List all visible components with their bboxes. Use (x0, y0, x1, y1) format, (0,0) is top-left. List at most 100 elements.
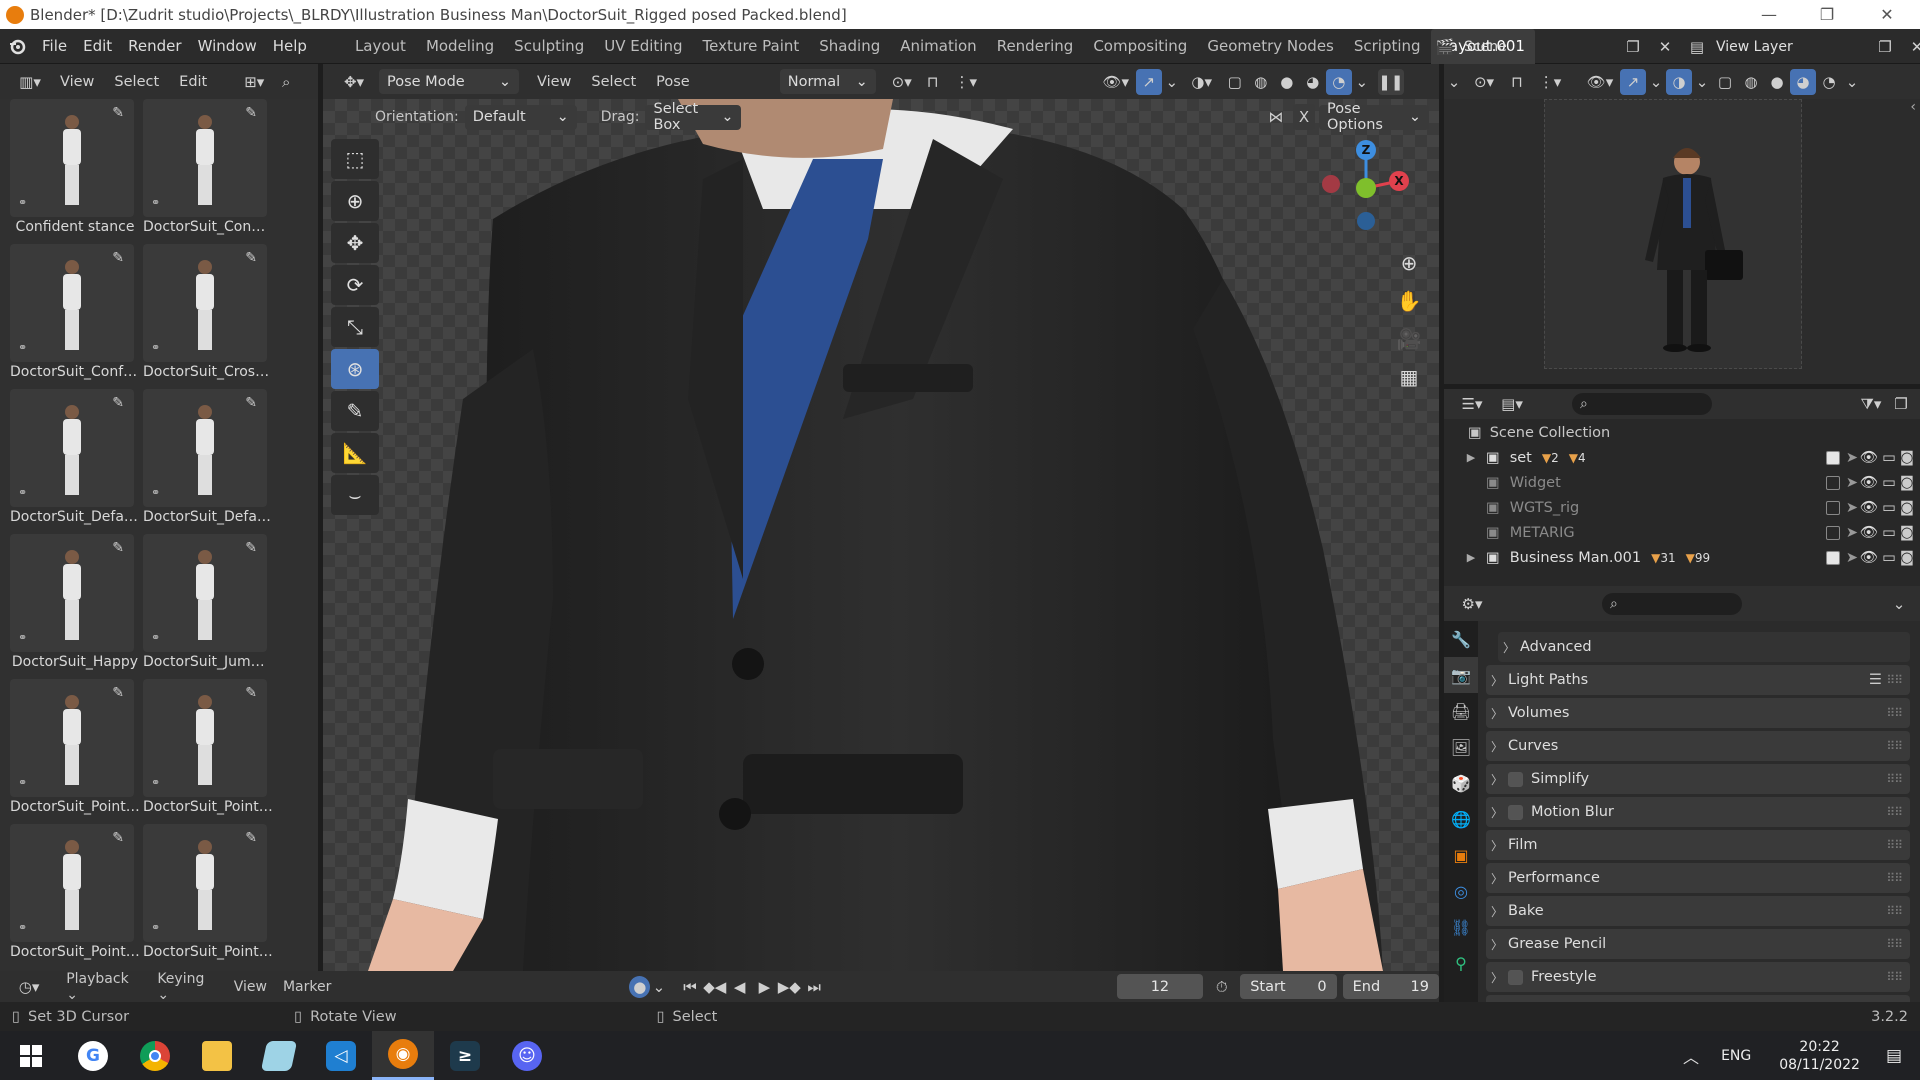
filter-icon[interactable]: ⧩▾ (1854, 391, 1888, 417)
xray-icon[interactable]: ▢ (1222, 69, 1248, 95)
exclude-checkbox[interactable] (1826, 550, 1840, 565)
properties-panel-header[interactable]: 〉 Curves ⠿⠿ (1486, 731, 1910, 761)
outliner-row[interactable]: ▣ WGTS_rig ➤ 👁 ▭ ◙ (1444, 495, 1920, 520)
menu-help[interactable]: Help (265, 29, 315, 64)
drag-dropdown[interactable]: Select Box ⌄ (645, 101, 742, 133)
rendered-shading-icon[interactable]: ◔ (1816, 69, 1842, 95)
drag-handle-icon[interactable]: ⠿⠿ (1886, 772, 1903, 786)
asset-item[interactable]: ✎ ⚭ DoctorSuit_Pointin... (10, 824, 140, 969)
select-icon[interactable]: ➤ (1846, 550, 1858, 566)
properties-search-field[interactable]: ⌕ (1602, 592, 1742, 615)
asset-item[interactable]: ✎ ⚭ DoctorSuit_Confid... (143, 99, 273, 244)
pause-render-icon[interactable]: ❚❚ (1377, 68, 1404, 95)
minimize-button[interactable]: — (1746, 0, 1792, 29)
outliner-search-field[interactable]: ⌕ (1572, 393, 1712, 415)
play-icon[interactable]: ▶ (752, 974, 777, 1000)
search-icon[interactable]: ⌕ (273, 69, 299, 95)
xray-icon[interactable]: ▢ (1712, 69, 1738, 95)
snap-icon[interactable]: ⊓ (920, 69, 946, 95)
drag-handle-icon[interactable]: ⠿⠿ (1886, 937, 1903, 951)
maximize-button[interactable]: ❐ (1804, 0, 1850, 29)
viewport-pose-menu[interactable]: Pose (646, 74, 700, 90)
chevron-down-icon[interactable]: ⌄ (1646, 69, 1666, 95)
editor-type-icon[interactable]: ▥▾ (10, 69, 50, 95)
monitor-icon[interactable]: ▭ (1882, 550, 1896, 566)
end-frame-field[interactable]: End 19 (1342, 974, 1439, 999)
chevron-down-icon[interactable]: ⌄ (1886, 591, 1912, 617)
asset-item[interactable]: ✎ ⚭ DoctorSuit_Pointin... (143, 679, 273, 824)
exclude-checkbox[interactable] (1826, 500, 1840, 515)
pose-options-dropdown[interactable]: Pose Options ⌄ (1319, 101, 1429, 133)
rotate-tool-icon[interactable]: ⟳ (331, 265, 379, 305)
drag-handle-icon[interactable]: ⠿⠿ (1886, 706, 1903, 720)
eye-icon[interactable]: 👁 (1860, 449, 1878, 466)
properties-panel-header[interactable]: 〉 Motion Blur ⠿⠿ (1486, 797, 1910, 827)
viewport-select-menu[interactable]: Select (581, 74, 646, 90)
properties-panel-header[interactable]: 〉 Light Paths ☰ ⠿⠿ (1486, 665, 1910, 695)
keying-menu[interactable]: Keying ⌄ (149, 971, 225, 1003)
output-tab-icon[interactable]: 🖨 (1444, 693, 1478, 729)
workspace-tab-uv-editing[interactable]: UV Editing (594, 29, 692, 64)
presets-list-icon[interactable]: ☰ (1869, 672, 1882, 688)
chevron-down-icon[interactable]: ⌄ (1842, 69, 1862, 95)
chevron-left-icon[interactable]: ‹ (1910, 99, 1916, 115)
workspace-tab-sculpting[interactable]: Sculpting (504, 29, 594, 64)
eye-icon[interactable]: 👁 (1860, 549, 1878, 566)
select-icon[interactable]: ➤ (1846, 475, 1858, 491)
file-explorer-icon[interactable] (186, 1031, 248, 1080)
orientation-dropdown[interactable]: Default ⌄ (464, 104, 577, 130)
view-layer-name[interactable]: View Layer (1716, 39, 1866, 55)
camera-icon[interactable]: ◙ (1900, 550, 1914, 566)
tray-chevron-up-icon[interactable]: ︿ (1683, 1044, 1699, 1068)
visibility-icon[interactable]: 👁▾ (1096, 69, 1136, 95)
gizmo-toggle-icon[interactable]: ↗ (1135, 68, 1162, 95)
relax-tool-icon[interactable]: ⌣ (331, 475, 379, 515)
grid-view-icon[interactable]: ▦ (1393, 361, 1425, 393)
panel-enable-checkbox[interactable] (1508, 804, 1523, 820)
auto-key-icon[interactable]: ● (629, 975, 651, 998)
camera-icon[interactable]: ◙ (1900, 500, 1914, 516)
exclude-checkbox[interactable] (1826, 475, 1840, 490)
view-layer-tab-icon[interactable]: 🖼 (1444, 729, 1478, 765)
tool-tab-icon[interactable]: 🔧 (1444, 621, 1478, 657)
camera-view-icon[interactable]: 🎥 (1393, 323, 1425, 355)
asset-item[interactable]: ✎ ⚭ DoctorSuit_Happy (10, 534, 140, 679)
overlay-icon[interactable]: ◑ (1666, 68, 1692, 95)
terminal-app-icon[interactable]: ≥ (434, 1031, 496, 1080)
workspace-tab-animation[interactable]: Animation (890, 29, 986, 64)
timeline-view-menu[interactable]: View (226, 979, 275, 995)
properties-panel-header[interactable]: 〉 Grease Pencil ⠿⠿ (1486, 929, 1910, 959)
current-frame-field[interactable]: 12 (1116, 974, 1204, 999)
new-scene-icon[interactable]: ❐ (1620, 34, 1646, 60)
mirror-icon[interactable]: ⋈ (1263, 104, 1289, 130)
transform-tool-icon[interactable]: ⊛ (331, 349, 379, 389)
editor-type-properties-icon[interactable]: ⚙▾ (1452, 591, 1492, 617)
vscode-icon[interactable]: ◁ (310, 1031, 372, 1080)
asset-item[interactable]: ✎ ⚭ DoctorSuit_Defaul... (143, 389, 273, 534)
x-mirror-toggle[interactable]: X (1293, 104, 1315, 130)
properties-panel-header[interactable]: 〉 Freestyle ⠿⠿ (1486, 962, 1910, 992)
editor-type-outliner-icon[interactable]: ☰▾ (1452, 391, 1492, 417)
outliner-row[interactable]: ▶ ▣ Business Man.001 ▼31 ▼99 ➤ 👁 ▭ ◙ (1444, 545, 1920, 570)
panel-enable-checkbox[interactable] (1508, 771, 1523, 787)
next-keyframe-icon[interactable]: ▶◆ (777, 974, 802, 1000)
workspace-tab-texture-paint[interactable]: Texture Paint (692, 29, 809, 64)
editor-type-3d-icon[interactable]: ✥▾ (335, 69, 373, 95)
asset-item[interactable]: ✎ ⚭ DoctorSuit_Jump ... (143, 534, 273, 679)
properties-panel-header[interactable]: 〉 Bake ⠿⠿ (1486, 896, 1910, 926)
remove-scene-icon[interactable]: ✕ (1652, 34, 1678, 60)
properties-panel-header[interactable]: 〉 Simplify ⠿⠿ (1486, 764, 1910, 794)
camera-preview[interactable]: ‹ (1444, 99, 1920, 384)
drag-handle-icon[interactable]: ⠿⠿ (1886, 739, 1903, 753)
solid-shading-icon[interactable]: ● (1274, 69, 1300, 95)
display-mode-icon[interactable]: ▤▾ (1492, 391, 1532, 417)
object-tab-icon[interactable]: ▣ (1444, 837, 1478, 873)
panel-enable-checkbox[interactable] (1508, 969, 1523, 985)
overlay-icon[interactable]: ◑▾ (1182, 69, 1222, 95)
remove-view-layer-icon[interactable]: ✕ (1904, 34, 1920, 60)
chevron-down-icon[interactable]: ⌄ (650, 974, 667, 1000)
monitor-icon[interactable]: ▭ (1882, 450, 1896, 466)
bone-data-tab-icon[interactable]: ⚲ (1444, 945, 1478, 981)
snap-icon[interactable]: ⊓ (1504, 69, 1530, 95)
play-reverse-icon[interactable]: ◀ (727, 974, 752, 1000)
